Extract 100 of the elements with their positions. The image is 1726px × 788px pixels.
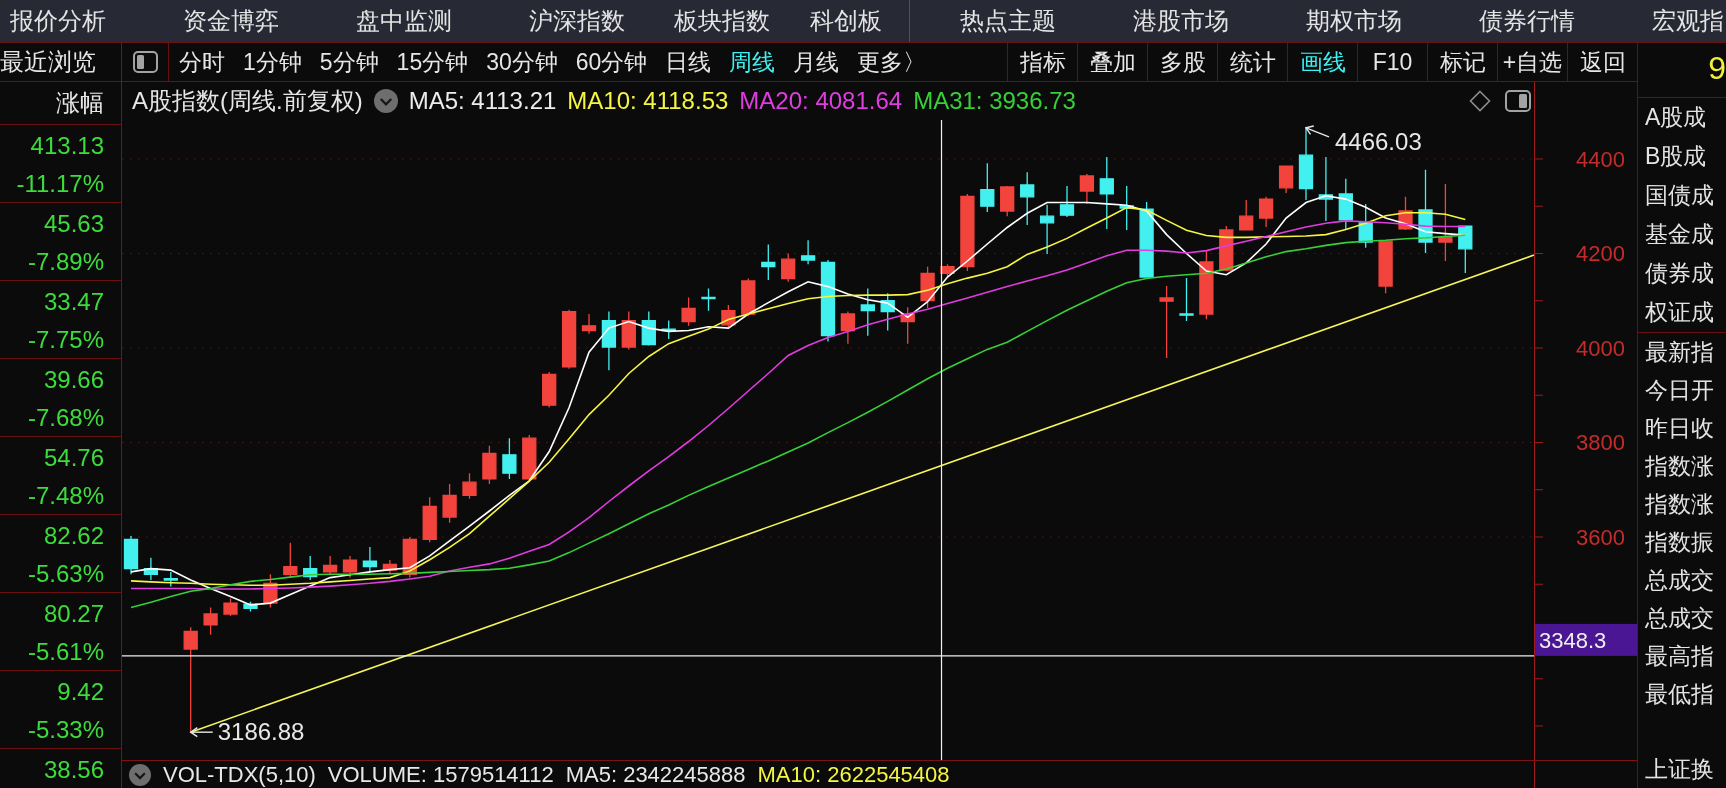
candlestick [661,319,676,340]
axis-tick-label: 4200 [1576,241,1625,267]
candlestick [701,287,716,312]
candlestick [522,434,537,483]
stock-price: 45.63 [43,209,104,239]
diamond-icon[interactable] [1469,90,1491,112]
toolbar-button[interactable]: 叠加 [1077,43,1147,81]
candlestick [462,472,477,500]
period-tab[interactable]: 1分钟 [243,47,302,77]
leader-arrow [1304,125,1330,138]
chevron-down-icon[interactable] [129,763,151,786]
volume-legend-label: MA10: 2622545408 [757,761,950,788]
period-tab[interactable]: 日线 [665,47,712,77]
candlestick [223,597,238,617]
stat-label: 指数涨 [1644,490,1715,519]
price-annotation: 4466.03 [1334,127,1422,155]
toolbar-button[interactable]: 返回 [1567,43,1637,81]
ma-legend-label: MA5: 4113.21 [408,87,557,115]
candlestick [980,162,995,213]
toolbar-button[interactable]: 多股 [1147,43,1217,81]
recent-button[interactable]: 最近浏览 [0,42,121,82]
menu-tab[interactable]: 报价分析 [10,6,106,36]
menu-tab[interactable]: 盘中监测 [356,6,452,36]
sidebar-toggle-icon [132,51,158,73]
menu-tab[interactable]: 沪深指数 [529,6,625,36]
toolbar-button[interactable]: F10 [1357,43,1427,81]
stat-label: 指数振 [1644,528,1715,557]
change-percent: -5.63% [27,559,104,589]
menu-tab[interactable]: 期权市场 [1306,6,1402,36]
quote-value: 9 [1638,42,1726,98]
period-tab[interactable]: 60分钟 [575,47,648,77]
toolbar-button[interactable]: 标记 [1427,43,1497,81]
stat-label: 上证换 [1644,755,1715,784]
candlestick [1020,171,1035,226]
stat-label: 权证成 [1644,298,1715,327]
crosshair-price-tag: 3348.3 [1535,623,1637,656]
panel-toggle-icon[interactable] [1505,90,1531,112]
stock-price: 413.13 [30,131,104,161]
stock-price: 9.42 [57,677,104,707]
candlestick [123,535,139,575]
stat-label: 最低指 [1644,680,1715,709]
axis-tick-label: 3800 [1576,430,1625,456]
candlestick [263,573,278,609]
price-annotation: 3186.88 [217,718,305,746]
toolbar-button[interactable]: +自选 [1497,43,1567,81]
change-percent: -7.75% [27,325,104,355]
candlestick [502,437,517,480]
period-tab[interactable]: 30分钟 [486,47,558,77]
stat-label: 昨日收 [1644,414,1715,443]
stock-price: 38.56 [43,755,104,785]
candlestick [1239,199,1254,231]
period-tab[interactable]: 月线 [793,47,840,77]
menu-tab[interactable]: 港股市场 [1133,6,1229,36]
volume-legend-label: MA5: 2342245888 [565,761,746,788]
stock-price: 39.66 [43,365,104,395]
stat-label: 国债成 [1644,181,1715,210]
toolbar-button[interactable]: 画线 [1287,43,1357,81]
period-tab[interactable]: 更多〉 [857,47,927,77]
stat-label: A股成 [1644,103,1708,132]
menu-tab[interactable]: 宏观指 [1652,6,1724,36]
ma-legend-label: MA20: 4081.64 [739,87,903,115]
toolbar-button[interactable]: 指标 [1007,43,1077,81]
chevron-down-icon[interactable] [373,89,398,113]
period-tab[interactable]: 分时 [179,47,225,77]
menu-tab[interactable]: 板块指数 [674,6,770,36]
axis-tick-label: 4000 [1576,336,1625,361]
stat-label: 总成交 [1644,566,1715,595]
change-percent: -5.33% [27,715,104,745]
candlestick [1219,225,1234,272]
candlestick [243,601,258,613]
candlestick [1358,203,1373,249]
candlestick [382,559,398,575]
toolbar-button[interactable]: 统计 [1217,43,1287,81]
candlestick [362,546,378,573]
column-header: 涨幅 [0,82,121,125]
candlestick [781,252,796,283]
period-tab[interactable]: 周线 [729,47,776,77]
candlestick [203,606,218,636]
candlestick [741,277,756,317]
candlestick [1059,185,1075,218]
candlestick [1318,156,1334,222]
candlestick [482,445,497,485]
menu-tab[interactable]: 债券行情 [1479,6,1575,36]
period-tab[interactable]: 5分钟 [319,47,379,77]
stock-price: 82.62 [43,521,104,551]
change-percent: -7.89% [27,247,104,277]
candlestick [1199,249,1214,320]
menu-tab[interactable]: 资金博弈 [183,6,279,36]
candlestick [422,496,437,543]
candlestick [283,542,298,579]
volume-legend-label: VOL-TDX(5,10) [163,761,316,788]
candlestick [163,571,178,588]
candlestick [721,304,736,329]
menu-tab[interactable]: 热点主题 [960,6,1056,36]
candlestick [561,309,577,370]
candlestick [641,310,656,347]
leader-arrow [189,726,214,738]
period-tab[interactable]: 15分钟 [396,47,469,77]
menu-tab[interactable]: 科创板 [810,6,882,36]
candlestick [1179,277,1194,322]
